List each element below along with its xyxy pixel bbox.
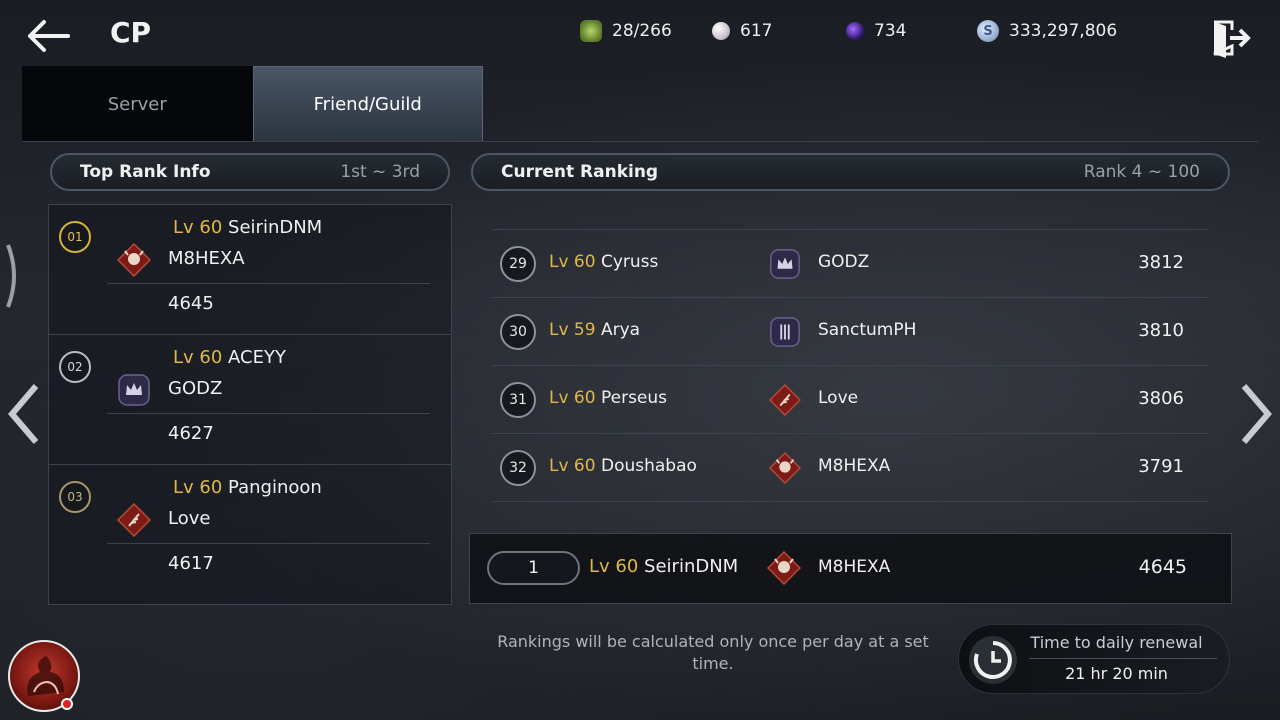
prev-page-button[interactable] — [4, 382, 44, 446]
ranking-list[interactable]: 29 Lv 60 Cyruss GODZ 3812 30 Lv 59 Arya … — [492, 196, 1210, 532]
card-divider — [107, 283, 430, 284]
renewal-time: 21 hr 20 min — [1065, 664, 1168, 683]
cp-score: 3791 — [1138, 456, 1184, 477]
ranking-row[interactable]: 30 Lv 59 Arya SanctumPH 3810 — [492, 298, 1208, 366]
guild-name: M8HEXA — [818, 456, 891, 476]
rank-number: 32 — [500, 450, 536, 486]
current-ranking-header: Current Ranking Rank 4 ~ 100 — [471, 153, 1230, 191]
cp-score: 4627 — [168, 423, 214, 444]
dark-crystal-icon — [846, 22, 864, 40]
top-rank-header: Top Rank Info 1st ~ 3rd — [50, 153, 450, 191]
guild-name: GODZ — [818, 252, 870, 272]
exit-door-icon — [1213, 20, 1251, 58]
cp-score: 4617 — [168, 553, 214, 574]
currency-silver: S 333,297,806 — [977, 18, 1117, 44]
card-divider — [107, 543, 430, 544]
ranking-notice: Rankings will be calculated only once pe… — [497, 632, 929, 673]
my-cp-score: 4645 — [1138, 556, 1187, 578]
guild-name: M8HEXA — [168, 248, 245, 269]
cp-score: 3812 — [1138, 252, 1184, 273]
rank-number: 30 — [500, 314, 536, 350]
currency-crystal-value: 734 — [874, 21, 907, 41]
currency-energy: 28/266 — [580, 18, 672, 44]
back-arrow-icon — [28, 20, 70, 52]
exit-button[interactable] — [1208, 16, 1252, 60]
rank-badge-silver: 02 — [59, 351, 91, 383]
guild-name: GODZ — [168, 378, 223, 399]
guild-emblem-skull-icon — [769, 452, 801, 484]
ranking-row[interactable]: 32 Lv 60 Doushabao M8HEXA 3791 — [492, 434, 1208, 502]
guild-emblem-crown-icon — [118, 374, 150, 406]
guild-emblem-feather-icon — [769, 384, 801, 416]
rank-number: 29 — [500, 246, 536, 282]
side-handle-icon[interactable] — [4, 243, 22, 309]
chevron-left-icon — [8, 384, 39, 444]
tab-server[interactable]: Server — [22, 66, 253, 142]
top-rank-range: 1st ~ 3rd — [340, 162, 420, 182]
renewal-label: Time to daily renewal — [1030, 633, 1203, 652]
back-button[interactable] — [26, 18, 72, 54]
currency-crystal: 734 — [846, 18, 906, 44]
page-title: CP — [110, 16, 152, 49]
notification-dot — [61, 698, 73, 710]
currency-pearl: 617 — [712, 18, 772, 44]
guild-emblem-skull-icon — [117, 243, 151, 277]
player-name: Lv 59 Arya — [549, 320, 641, 340]
guild-name: SanctumPH — [818, 320, 917, 340]
tab-divider — [22, 141, 1258, 142]
daily-renewal-timer: Time to daily renewal 21 hr 20 min — [958, 624, 1230, 694]
guild-name: Love — [168, 508, 211, 529]
cp-score: 4645 — [168, 293, 214, 314]
ranking-row[interactable]: 29 Lv 60 Cyruss GODZ 3812 — [492, 230, 1208, 298]
my-rank-number: 1 — [487, 551, 580, 585]
my-rank-bar: 1 Lv 60 SeirinDNM M8HEXA 4645 — [469, 533, 1232, 604]
tab-bar: Server Friend/Guild — [22, 66, 483, 142]
player-name: Lv 60 ACEYY — [173, 347, 286, 368]
guild-emblem-skull-icon — [767, 551, 801, 585]
my-guild-name: M8HEXA — [818, 557, 891, 577]
ranking-row[interactable]: 31 Lv 60 Perseus Love 3806 — [492, 366, 1208, 434]
current-ranking-title: Current Ranking — [501, 162, 659, 182]
player-name: Lv 60 Doushabao — [549, 456, 697, 476]
currency-silver-value: 333,297,806 — [1009, 21, 1118, 41]
player-name: Lv 60 SeirinDNM — [173, 217, 323, 238]
tab-friend-guild[interactable]: Friend/Guild — [252, 66, 483, 142]
ranking-row-partial — [492, 196, 1208, 230]
top-rank-panel: 01 Lv 60 SeirinDNM M8HEXA 4645 02 Lv 60 … — [48, 204, 452, 605]
cp-score: 3810 — [1138, 320, 1184, 341]
guild-name: Love — [818, 388, 859, 408]
my-player-name: Lv 60 SeirinDNM — [589, 556, 739, 577]
currency-energy-value: 28/266 — [612, 21, 672, 41]
top-rank-title: Top Rank Info — [80, 162, 211, 182]
player-name: Lv 60 Panginoon — [173, 477, 322, 498]
silver-coin-icon: S — [977, 20, 999, 42]
rank-badge-gold: 01 — [59, 221, 91, 253]
guild-emblem-feather-icon — [117, 503, 151, 537]
rank-number: 31 — [500, 382, 536, 418]
guild-emblem-pillars-icon — [770, 317, 800, 347]
pearl-icon — [712, 22, 730, 40]
player-name: Lv 60 Cyruss — [549, 252, 659, 272]
currency-pearl-value: 617 — [740, 21, 773, 41]
player-name: Lv 60 Perseus — [549, 388, 668, 408]
top-rank-card-2[interactable]: 02 Lv 60 ACEYY GODZ 4627 — [49, 335, 451, 465]
cp-score: 3806 — [1138, 388, 1184, 409]
top-rank-card-3[interactable]: 03 Lv 60 Panginoon Love 4617 — [49, 465, 451, 595]
energy-gem-icon — [580, 20, 602, 42]
next-page-button[interactable] — [1236, 382, 1276, 446]
guild-emblem-crown-icon — [770, 249, 800, 279]
card-divider — [107, 413, 430, 414]
chevron-right-icon — [1241, 384, 1272, 444]
current-ranking-range: Rank 4 ~ 100 — [1083, 162, 1200, 182]
clock-icon — [969, 636, 1017, 684]
top-rank-card-1[interactable]: 01 Lv 60 SeirinDNM M8HEXA 4645 — [49, 205, 451, 335]
rank-badge-bronze: 03 — [59, 481, 91, 513]
renewal-divider — [1029, 658, 1217, 659]
